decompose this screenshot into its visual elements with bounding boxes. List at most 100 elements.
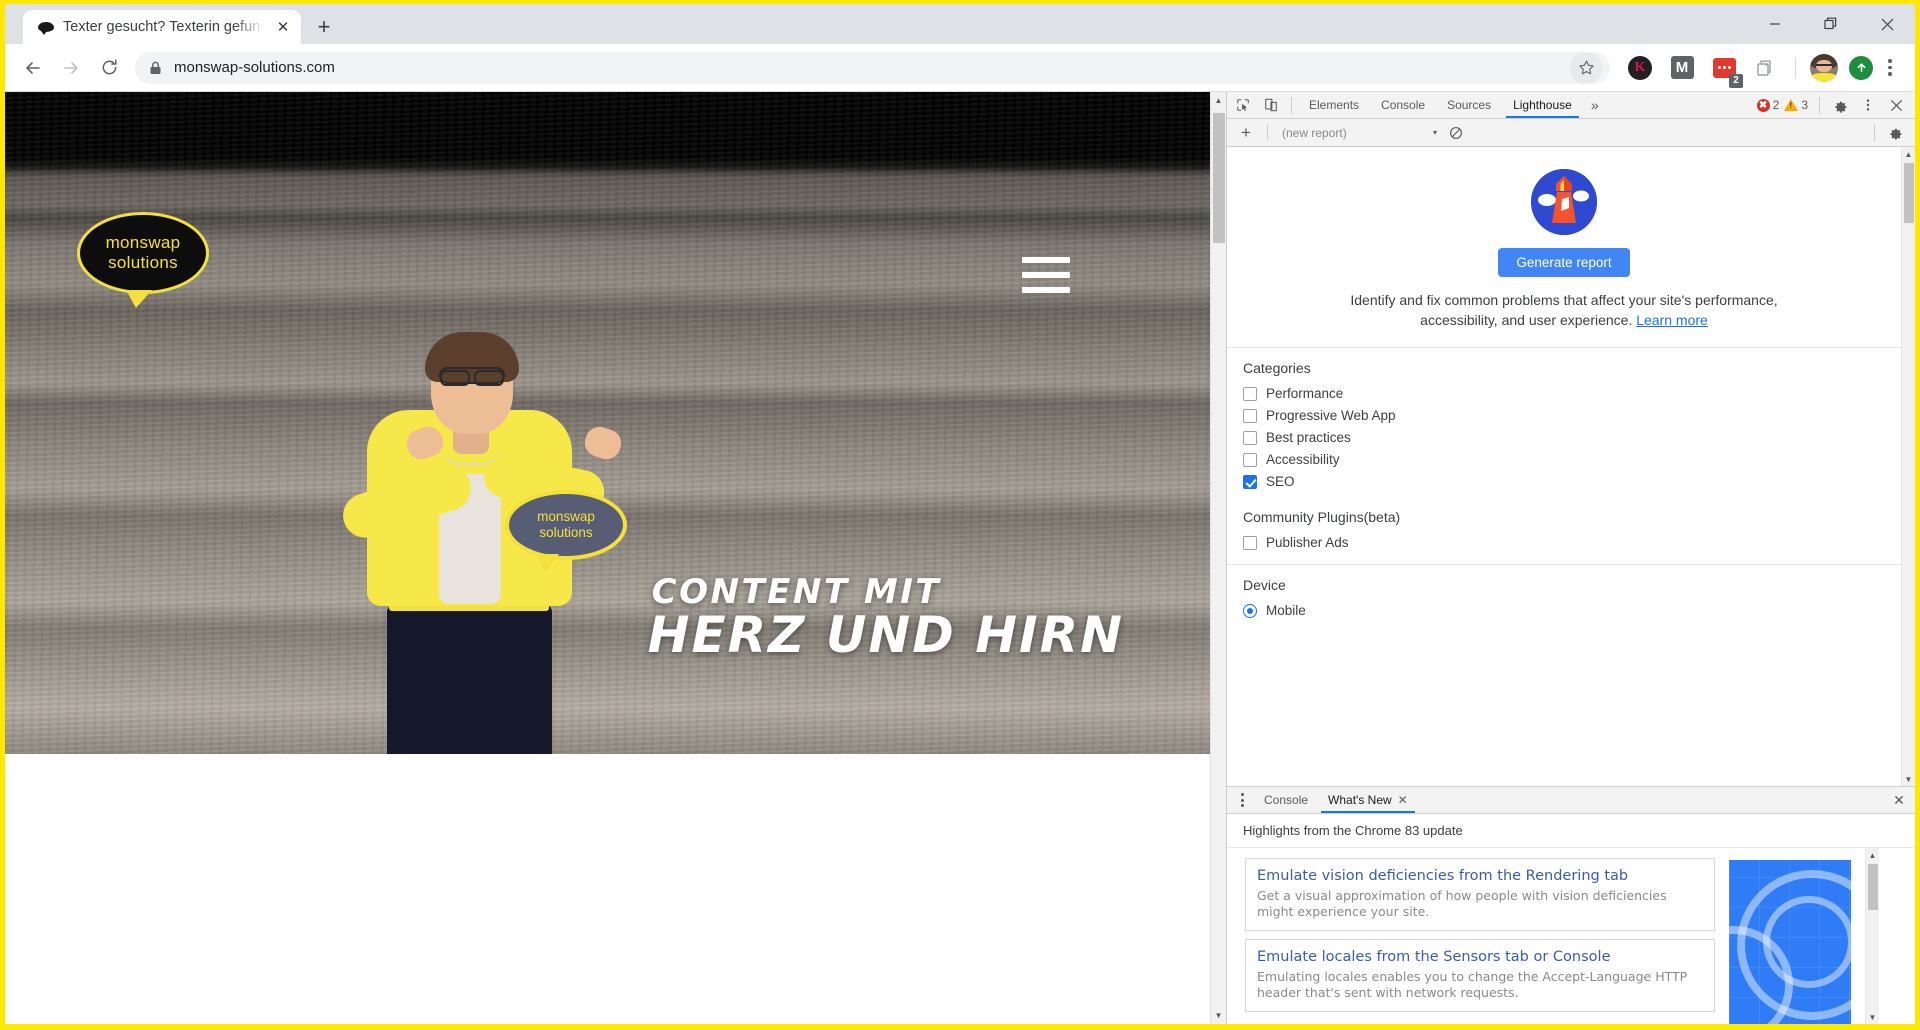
plugin-publisher-ads[interactable]: Publisher Ads: [1243, 532, 1901, 554]
drawer-tab-close-icon[interactable]: ✕: [1398, 793, 1408, 807]
radio-mobile[interactable]: [1243, 603, 1257, 618]
error-count-badge[interactable]: ✖ 2: [1756, 98, 1780, 112]
generate-report-button[interactable]: Generate report: [1498, 248, 1630, 277]
new-report-button[interactable]: +: [1233, 121, 1259, 145]
site-logo-line2: solutions: [108, 253, 178, 272]
chevron-down-icon: ▾: [1432, 128, 1437, 137]
warning-count-badge[interactable]: 3: [1784, 98, 1808, 112]
hero-headline-line2: HERZ UND HIRN: [647, 606, 1124, 664]
close-devtools-icon[interactable]: [1882, 93, 1910, 118]
reload-button[interactable]: [91, 50, 127, 86]
lh-scroll-thumb[interactable]: [1903, 163, 1914, 223]
checkbox-accessibility[interactable]: [1243, 452, 1257, 467]
lighthouse-settings-icon[interactable]: [1881, 120, 1909, 145]
devtools-tab-elements[interactable]: Elements: [1298, 92, 1370, 118]
category-performance[interactable]: Performance: [1243, 383, 1901, 405]
devtools-tab-console[interactable]: Console: [1370, 92, 1436, 118]
category-label: Best practices: [1266, 430, 1351, 446]
checkbox-performance[interactable]: [1243, 386, 1257, 401]
whats-new-card-list: Emulate vision deficiencies from the Ren…: [1245, 858, 1715, 1024]
new-tab-button[interactable]: +: [307, 10, 341, 44]
hamburger-menu[interactable]: [1022, 257, 1070, 293]
minimize-button[interactable]: [1747, 4, 1803, 44]
devtools-tab-sources[interactable]: Sources: [1436, 92, 1502, 118]
error-count: 2: [1772, 98, 1780, 112]
lighthouse-hero: Generate report Identify and fix common …: [1227, 147, 1901, 347]
checkbox-publisher-ads[interactable]: [1243, 535, 1257, 550]
hero-section: monswap solutions monswap solutions CONT…: [5, 92, 1210, 754]
close-button[interactable]: [1859, 4, 1915, 44]
categories-heading: Categories: [1243, 359, 1311, 376]
screenshot-root: Texter gesucht? Texterin gefunde ✕ + mon…: [0, 0, 1920, 1030]
drawer-tab-console[interactable]: Console: [1254, 787, 1318, 813]
lh-scroll-up-arrow[interactable]: ▲: [1905, 147, 1913, 161]
extension-m-icon[interactable]: M: [1667, 53, 1697, 83]
whats-new-card[interactable]: Emulate vision deficiencies from the Ren…: [1245, 858, 1715, 932]
checkbox-best-practices[interactable]: [1243, 430, 1257, 445]
lh-scroll-down-arrow[interactable]: ▼: [1905, 772, 1913, 786]
site-logo[interactable]: monswap solutions: [77, 212, 209, 308]
category-progressive-web-app[interactable]: Progressive Web App: [1243, 405, 1901, 427]
drawer-scrollbar[interactable]: ▲ ▼: [1865, 848, 1879, 1024]
lighthouse-description-text: Identify and fix common problems that af…: [1350, 292, 1778, 329]
page-scrollbar[interactable]: ▲ ▼: [1210, 92, 1226, 1024]
device-mobile[interactable]: Mobile: [1243, 600, 1901, 622]
back-button[interactable]: [15, 50, 51, 86]
scroll-up-arrow[interactable]: ▲: [1211, 92, 1227, 109]
devtools-tab-lighthouse[interactable]: Lighthouse: [1502, 92, 1583, 118]
forward-button[interactable]: [53, 50, 89, 86]
learn-more-link[interactable]: Learn more: [1636, 312, 1708, 328]
drawer-tab-label: What's New: [1328, 793, 1392, 807]
lighthouse-scrollbar[interactable]: ▲ ▼: [1901, 147, 1915, 786]
scroll-thumb[interactable]: [1212, 113, 1225, 243]
scroll-down-arrow[interactable]: ▼: [1211, 1007, 1227, 1024]
restore-button[interactable]: [1803, 4, 1859, 44]
drawer-scroll-down-arrow[interactable]: ▼: [1869, 1010, 1877, 1024]
category-best-practices[interactable]: Best practices: [1243, 427, 1901, 449]
card-description: Get a visual approximation of how people…: [1257, 888, 1667, 920]
report-selector[interactable]: (new report) ▾: [1276, 122, 1441, 144]
extension-notification-icon[interactable]: 2: [1709, 53, 1743, 88]
update-button[interactable]: [1849, 55, 1873, 80]
category-accessibility[interactable]: Accessibility: [1243, 449, 1901, 471]
drawer-tab-whats-new[interactable]: What's New ✕: [1318, 787, 1418, 813]
chrome-menu-button[interactable]: [1875, 53, 1905, 83]
browser-tab[interactable]: Texter gesucht? Texterin gefunde ✕: [23, 10, 301, 44]
card-title[interactable]: Emulate locales from the Sensors tab or …: [1257, 948, 1703, 966]
speech-bubble-favicon: [37, 19, 54, 36]
extension-badge-count: 2: [1729, 73, 1743, 88]
bookmark-star-icon[interactable]: [1570, 51, 1602, 84]
drawer-more-icon[interactable]: [1230, 788, 1254, 812]
category-label: SEO: [1266, 474, 1295, 490]
device-heading: Device: [1243, 576, 1286, 593]
plugins-heading: Community Plugins(beta): [1243, 508, 1401, 525]
more-options-icon[interactable]: [1854, 93, 1882, 118]
category-label: Progressive Web App: [1266, 408, 1396, 424]
more-tabs-icon[interactable]: »: [1583, 92, 1607, 118]
category-label: Accessibility: [1266, 452, 1340, 468]
card-title[interactable]: Emulate vision deficiencies from the Ren…: [1257, 867, 1703, 885]
drawer-scroll-thumb[interactable]: [1867, 864, 1878, 910]
checkbox-progressive-web-app[interactable]: [1243, 408, 1257, 423]
devtools-toolbar: Elements Console Sources Lighthouse » ✖ …: [1227, 92, 1915, 119]
clear-reports-icon[interactable]: [1443, 121, 1469, 145]
tab-close-icon[interactable]: ✕: [273, 17, 293, 37]
page-viewport[interactable]: monswap solutions monswap solutions CONT…: [5, 92, 1226, 1024]
category-seo[interactable]: SEO: [1243, 471, 1901, 493]
device-toolbar-icon[interactable]: [1257, 93, 1285, 118]
address-bar[interactable]: monswap-solutions.com: [135, 51, 1610, 84]
drawer-tabbar: Console What's New ✕ ✕: [1227, 787, 1915, 814]
checkbox-seo[interactable]: [1243, 474, 1257, 489]
settings-gear-icon[interactable]: [1826, 93, 1854, 118]
chrome-devtools-blueprint-image: [1729, 860, 1851, 1024]
extension-k-icon[interactable]: K: [1625, 53, 1655, 83]
report-selector-value: (new report): [1282, 125, 1347, 140]
profile-avatar[interactable]: [1810, 53, 1838, 82]
toolbar-divider: [1795, 56, 1796, 79]
whats-new-card[interactable]: Emulate locales from the Sensors tab or …: [1245, 939, 1715, 1013]
drawer-close-icon[interactable]: ✕: [1886, 787, 1912, 813]
inspect-element-icon[interactable]: [1229, 93, 1257, 118]
drawer-scroll-up-arrow[interactable]: ▲: [1869, 848, 1877, 862]
extension-stack-icon[interactable]: [1751, 53, 1781, 83]
devtools-panel: Elements Console Sources Lighthouse » ✖ …: [1226, 92, 1915, 1024]
